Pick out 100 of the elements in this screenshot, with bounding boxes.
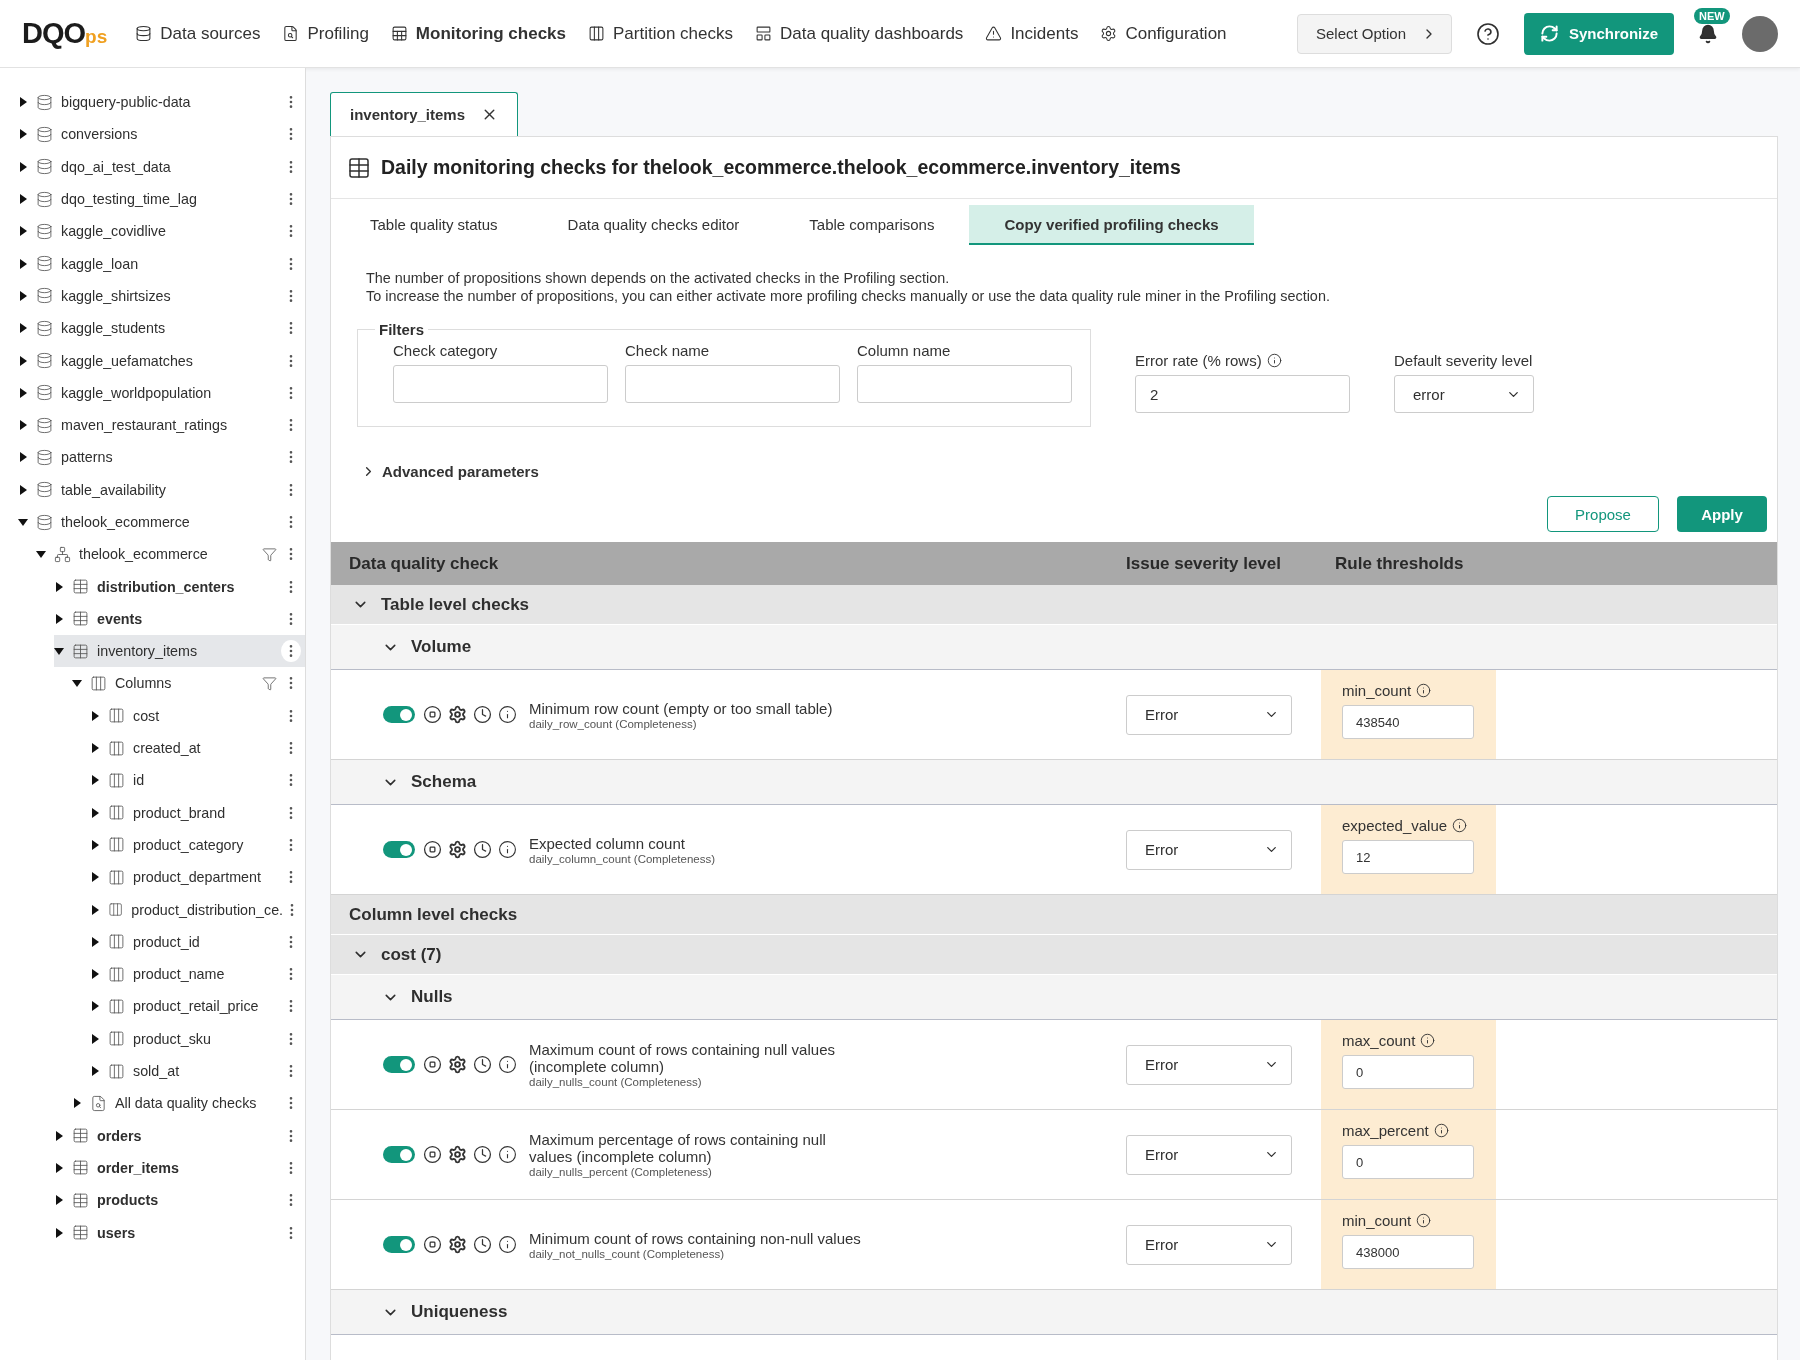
category-row[interactable]: Volume — [331, 625, 1777, 670]
info-icon[interactable] — [498, 1055, 517, 1074]
caret-icon[interactable] — [18, 387, 28, 398]
caret-icon[interactable] — [90, 904, 100, 915]
input-field[interactable] — [857, 365, 1072, 403]
category-row[interactable]: Uniqueness — [331, 1290, 1777, 1335]
settings-icon[interactable] — [448, 1235, 467, 1254]
nav-item[interactable]: Incidents — [985, 23, 1079, 44]
tree-item[interactable]: kaggle_worldpopulation — [18, 376, 305, 409]
stop-icon[interactable] — [423, 705, 442, 724]
clock-icon[interactable] — [473, 705, 492, 724]
caret-icon[interactable] — [18, 323, 28, 334]
clock-icon[interactable] — [473, 840, 492, 859]
info-icon[interactable] — [498, 1235, 517, 1254]
tree-item[interactable]: created_at — [90, 731, 305, 765]
input-field[interactable] — [393, 365, 608, 403]
nav-item[interactable]: Data sources — [135, 23, 261, 44]
toggle-switch[interactable] — [383, 1056, 415, 1073]
category-row[interactable]: Schema — [331, 760, 1777, 805]
tree-item[interactable]: kaggle_uefamatches — [18, 344, 305, 377]
toggle-switch[interactable] — [383, 1236, 415, 1253]
tree-item[interactable]: kaggle_covidlive — [18, 215, 305, 248]
tree-item[interactable]: product_name — [90, 958, 305, 991]
tree-item[interactable]: inventory_items — [54, 635, 305, 668]
caret-icon[interactable] — [18, 258, 28, 269]
apply-button[interactable]: Apply — [1677, 496, 1767, 532]
tree-item[interactable]: product_brand — [90, 796, 305, 829]
category-row[interactable]: Nulls — [331, 975, 1777, 1020]
caret-icon[interactable] — [18, 452, 28, 463]
caret-icon[interactable] — [90, 710, 100, 721]
propose-button[interactable]: Propose — [1547, 496, 1659, 532]
help-icon[interactable] — [1476, 21, 1500, 46]
settings-icon[interactable] — [448, 840, 467, 859]
input-field[interactable] — [625, 365, 840, 403]
settings-icon[interactable] — [448, 1055, 467, 1074]
tree-item[interactable]: bigquery-public-data — [18, 86, 305, 119]
tree-item[interactable]: users — [54, 1216, 305, 1249]
select-option-button[interactable]: Select Option — [1297, 13, 1452, 54]
nav-item[interactable]: Configuration — [1100, 23, 1227, 44]
caret-icon[interactable] — [90, 1066, 100, 1077]
stop-icon[interactable] — [423, 1145, 442, 1164]
group-row[interactable]: cost (7) — [331, 935, 1777, 975]
severity-select[interactable]: Error — [1126, 1134, 1292, 1175]
caret-icon[interactable] — [54, 581, 64, 592]
caret-icon[interactable] — [54, 613, 64, 624]
caret-icon[interactable] — [72, 1098, 82, 1109]
caret-icon[interactable] — [54, 1130, 64, 1141]
threshold-input[interactable]: 0 — [1342, 1055, 1474, 1089]
nav-item[interactable]: Monitoring checks — [390, 23, 567, 44]
filter-icon[interactable] — [262, 676, 277, 691]
tree-item[interactable]: patterns — [18, 441, 305, 474]
tab[interactable]: Data quality checks editor — [532, 205, 775, 245]
tree-item[interactable]: order_items — [54, 1151, 305, 1185]
info-icon[interactable] — [498, 705, 517, 724]
nav-item[interactable]: Partition checks — [588, 23, 734, 44]
severity-select[interactable]: Error — [1126, 829, 1292, 870]
tab[interactable]: Copy verified profiling checks — [969, 205, 1254, 245]
tree-item[interactable]: cost — [90, 699, 305, 732]
tree-item[interactable]: product_category — [90, 828, 305, 862]
open-tab[interactable]: inventory_items — [330, 92, 518, 136]
caret-icon[interactable] — [18, 355, 28, 366]
caret-icon[interactable] — [54, 1195, 64, 1206]
synchronize-button[interactable]: Synchronize — [1524, 12, 1674, 55]
logo[interactable]: DQOps — [22, 17, 108, 50]
nav-item[interactable]: Data quality dashboards — [755, 23, 964, 44]
tree-item[interactable]: kaggle_students — [18, 312, 305, 345]
threshold-input[interactable]: 438540 — [1342, 705, 1474, 739]
caret-icon[interactable] — [18, 226, 28, 237]
caret-icon[interactable] — [36, 549, 46, 560]
stop-icon[interactable] — [423, 1055, 442, 1074]
tree-item[interactable]: products — [54, 1184, 305, 1217]
caret-icon[interactable] — [18, 517, 28, 527]
tree-item[interactable]: sold_at — [90, 1054, 305, 1088]
severity-select[interactable]: Error — [1126, 694, 1292, 735]
tab[interactable]: Table comparisons — [774, 205, 970, 245]
caret-icon[interactable] — [90, 1001, 100, 1012]
info-icon[interactable] — [498, 1145, 517, 1164]
settings-icon[interactable] — [448, 705, 467, 724]
threshold-input[interactable]: 438000 — [1342, 1235, 1474, 1269]
tree-item[interactable]: product_department — [90, 861, 305, 894]
filter-icon[interactable] — [262, 546, 277, 562]
tree-item[interactable]: table_availability — [18, 473, 305, 506]
severity-select[interactable]: Error — [1126, 1044, 1292, 1085]
tree-item[interactable]: All data quality checks — [72, 1087, 305, 1120]
threshold-input[interactable]: 12 — [1342, 840, 1474, 874]
clock-icon[interactable] — [473, 1055, 492, 1074]
clock-icon[interactable] — [473, 1145, 492, 1164]
tree-item[interactable]: conversions — [18, 118, 305, 151]
tree-item[interactable]: product_distribution_ce. — [90, 893, 305, 926]
tree-item[interactable]: id — [90, 764, 305, 797]
group-row[interactable]: Table level checks — [331, 585, 1777, 625]
threshold-input[interactable]: 0 — [1342, 1145, 1474, 1179]
caret-icon[interactable] — [90, 872, 100, 883]
tree-item[interactable]: dqo_ai_test_data — [18, 150, 305, 183]
caret-icon[interactable] — [90, 1033, 100, 1044]
caret-icon[interactable] — [72, 678, 82, 689]
advanced-parameters-toggle[interactable]: Advanced parameters — [361, 463, 539, 480]
tree-item[interactable]: kaggle_loan — [18, 247, 305, 280]
stop-icon[interactable] — [423, 1235, 442, 1254]
caret-icon[interactable] — [90, 936, 100, 947]
